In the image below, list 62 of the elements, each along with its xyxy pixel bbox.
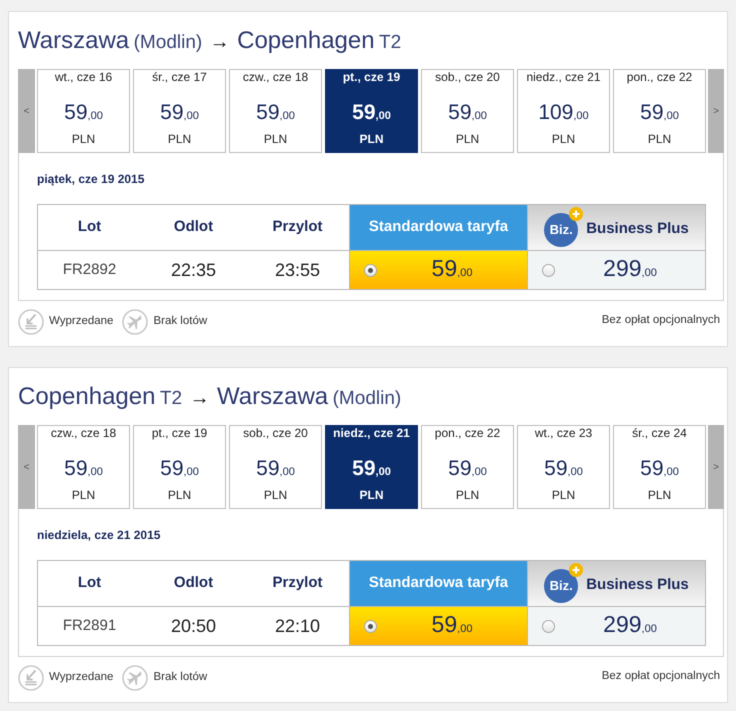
table-cell: FR2891 <box>38 606 141 645</box>
prev-button[interactable]: < <box>18 425 35 509</box>
date-tab[interactable]: czw., cze 18 59,00 PLN <box>37 425 130 509</box>
route-title: Copenhagen T2 → Warszawa (Modlin) <box>18 382 402 412</box>
fare-price: 59,00 <box>432 610 472 638</box>
prev-button[interactable]: < <box>18 69 35 153</box>
fare-name: Standardowa taryfa <box>368 217 508 238</box>
fare-cell[interactable]: 59,00 <box>349 250 527 289</box>
fare-price: 299,00 <box>603 254 657 282</box>
plus-icon <box>569 206 584 220</box>
column-header: Przylot <box>271 573 324 594</box>
biz-logo: Biz. <box>544 212 578 246</box>
date-tab[interactable]: śr., cze 17 59,00 PLN <box>133 69 226 153</box>
fare-name: Business Plus <box>586 575 689 596</box>
column-header: Odlot <box>172 217 214 238</box>
fees-note: Bez opłat opcjonalnych <box>602 312 720 328</box>
date-tab[interactable]: niedz., cze 21 59,00 PLN <box>325 425 418 509</box>
selected-date: piątek, cze 19 2015 <box>37 171 144 187</box>
route-title: Warszawa (Modlin) → Copenhagen T2 <box>18 26 402 56</box>
date-tab[interactable]: pon., cze 22 59,00 PLN <box>421 425 514 509</box>
date-tab[interactable]: wt., cze 16 59,00 PLN <box>37 69 130 153</box>
legend-label: Wyprzedane <box>49 670 114 686</box>
radio-button[interactable] <box>542 620 555 632</box>
fare-price: 59,00 <box>432 254 472 282</box>
biz-logo: Biz. <box>544 568 578 602</box>
fare-name: Standardowa taryfa <box>368 573 508 594</box>
date-tab[interactable]: sob., cze 20 59,00 PLN <box>229 425 322 509</box>
date-tab[interactable]: wt., cze 23 59,00 PLN <box>517 425 610 509</box>
date-tab[interactable]: pt., cze 19 59,00 PLN <box>133 425 226 509</box>
date-tab[interactable]: sob., cze 20 59,00 PLN <box>421 69 514 153</box>
radio-button[interactable] <box>542 264 555 276</box>
seat-icon <box>18 309 44 335</box>
table-cell: 20:50 <box>141 606 246 645</box>
fare-name: Business Plus <box>586 219 689 240</box>
column-header: Odlot <box>172 573 214 594</box>
radio-button[interactable] <box>364 620 377 632</box>
airplane-icon <box>122 309 148 335</box>
column-header: Przylot <box>271 217 324 238</box>
airplane-icon <box>122 665 148 691</box>
date-tab[interactable]: niedz., cze 21 109,00 PLN <box>517 69 610 153</box>
next-button[interactable]: > <box>708 69 724 153</box>
column-header: Lot <box>76 217 102 238</box>
radio-button[interactable] <box>364 264 377 276</box>
date-tab[interactable]: czw., cze 18 59,00 PLN <box>229 69 322 153</box>
legend-label: Brak lotów <box>153 670 208 686</box>
next-button[interactable]: > <box>708 425 724 509</box>
fare-cell[interactable]: 299,00 <box>527 250 705 289</box>
table-cell: 22:35 <box>141 250 246 289</box>
fees-note: Bez opłat opcjonalnych <box>602 668 720 684</box>
fare-cell[interactable]: 299,00 <box>527 606 705 645</box>
selected-date: niedziela, cze 21 2015 <box>37 527 160 543</box>
date-tab[interactable]: śr., cze 24 59,00 PLN <box>613 425 706 509</box>
legend-label: Wyprzedane <box>49 314 114 330</box>
seat-icon <box>18 665 44 691</box>
column-header: Lot <box>76 573 102 594</box>
plus-icon <box>569 562 584 576</box>
table-cell: FR2892 <box>38 250 141 289</box>
legend-label: Brak lotów <box>153 314 208 330</box>
fare-cell[interactable]: 59,00 <box>349 606 527 645</box>
date-tab[interactable]: pt., cze 19 59,00 PLN <box>325 69 418 153</box>
date-tab[interactable]: pon., cze 22 59,00 PLN <box>613 69 706 153</box>
fare-price: 299,00 <box>603 610 657 638</box>
